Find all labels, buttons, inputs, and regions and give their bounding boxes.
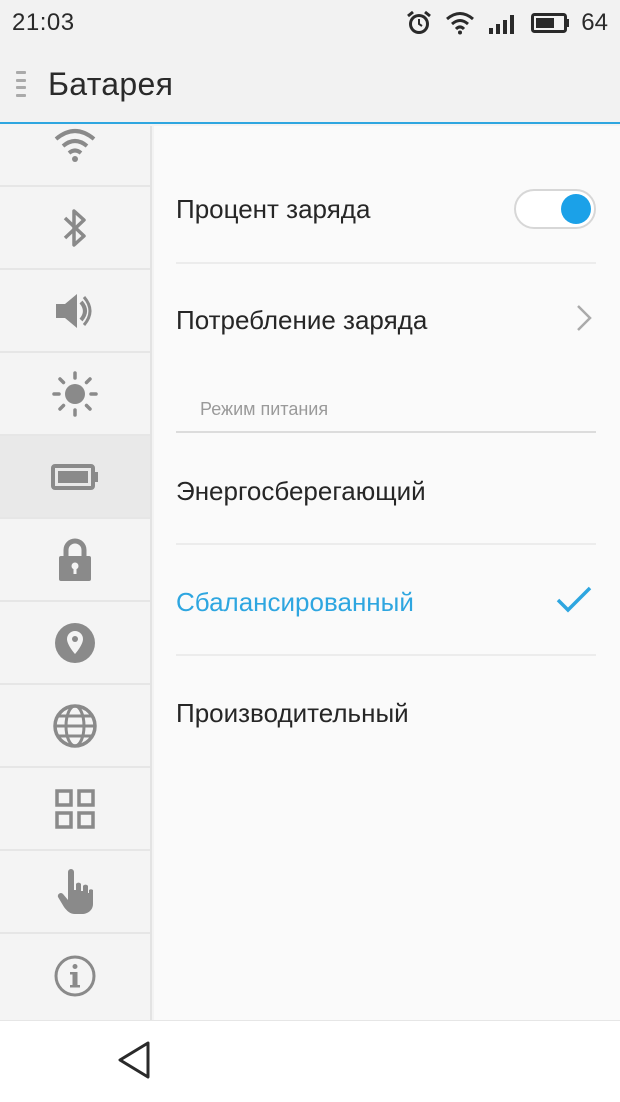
- divider: [176, 262, 596, 264]
- info-icon: [53, 954, 97, 998]
- navigation-bar: [0, 1020, 620, 1102]
- battery-settings-panel: Процент заряда Потребление заряда Режим …: [154, 126, 620, 1020]
- power-mode-header: Режим питания: [200, 399, 329, 419]
- sidebar-item-gestures[interactable]: [0, 851, 150, 934]
- sidebar-item-battery[interactable]: [0, 436, 150, 519]
- apps-grid-icon: [54, 788, 96, 830]
- sidebar-item-location[interactable]: [0, 602, 150, 685]
- mode-label: Энергосберегающий: [176, 475, 426, 506]
- bluetooth-icon: [60, 206, 90, 250]
- settings-sidebar: [0, 126, 152, 1020]
- wifi-icon: [53, 127, 97, 163]
- mode-label: Сбалансированный: [176, 586, 414, 617]
- page-title: Батарея: [48, 65, 174, 102]
- battery-level: 64: [581, 9, 608, 36]
- sidebar-item-apps[interactable]: [0, 768, 150, 851]
- alarm-icon: [405, 9, 433, 37]
- status-icons: 64: [405, 9, 608, 37]
- sidebar-item-display[interactable]: [0, 353, 150, 436]
- checkmark-icon: [556, 586, 592, 619]
- chevron-right-icon: [576, 304, 592, 337]
- charge-percent-label: Процент заряда: [176, 193, 371, 224]
- location-icon: [53, 621, 97, 665]
- sidebar-item-about[interactable]: [0, 934, 150, 1017]
- mode-row-balanced[interactable]: Сбалансированный: [176, 576, 596, 628]
- app-header: Батарея: [0, 46, 620, 124]
- signal-icon: [487, 11, 519, 35]
- brightness-icon: [52, 370, 98, 417]
- battery-icon: [51, 463, 99, 491]
- battery-icon: [531, 11, 571, 35]
- sidebar-item-security[interactable]: [0, 519, 150, 602]
- lock-icon: [56, 538, 94, 582]
- mode-row-performance[interactable]: Производительный: [176, 688, 596, 738]
- back-triangle-icon: [116, 1040, 152, 1085]
- sidebar-item-bluetooth[interactable]: [0, 187, 150, 270]
- sidebar-item-sound[interactable]: [0, 270, 150, 353]
- back-button[interactable]: [114, 1041, 154, 1083]
- sidebar-item-wifi[interactable]: [0, 126, 150, 187]
- divider: [176, 543, 596, 545]
- status-time: 21:03: [12, 9, 75, 36]
- charge-percent-toggle[interactable]: [514, 189, 596, 229]
- toggle-knob: [561, 194, 591, 224]
- section-divider: [176, 431, 596, 433]
- wifi-icon: [445, 11, 475, 35]
- mode-label: Производительный: [176, 697, 409, 728]
- divider: [176, 654, 596, 656]
- charge-usage-row[interactable]: Потребление заряда: [176, 294, 596, 346]
- drawer-handle-icon[interactable]: [16, 69, 30, 99]
- charge-usage-label: Потребление заряда: [176, 304, 428, 335]
- status-bar: 21:03 64: [0, 0, 620, 46]
- mode-row-power-saving[interactable]: Энергосберегающий: [176, 466, 596, 516]
- globe-icon: [52, 703, 98, 749]
- sound-icon: [53, 291, 97, 331]
- charge-percent-row[interactable]: Процент заряда: [176, 182, 596, 236]
- gesture-hand-icon: [55, 868, 95, 916]
- sidebar-item-language[interactable]: [0, 685, 150, 768]
